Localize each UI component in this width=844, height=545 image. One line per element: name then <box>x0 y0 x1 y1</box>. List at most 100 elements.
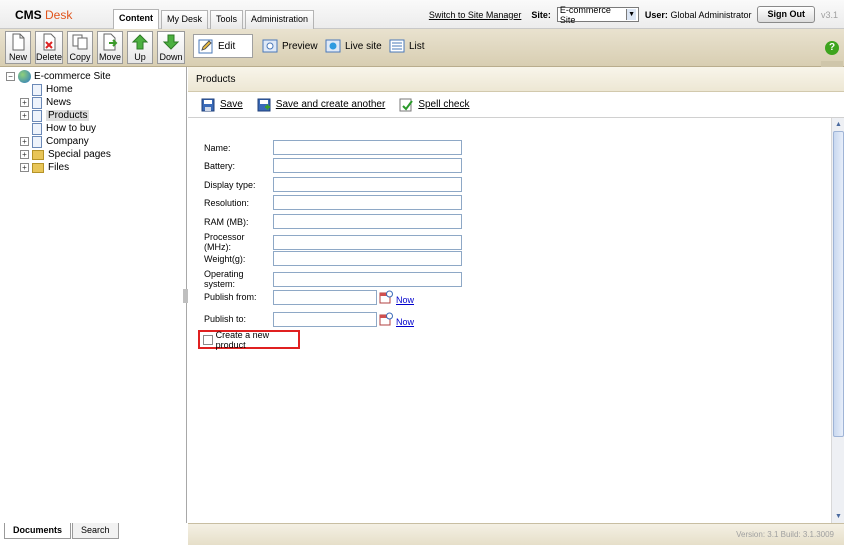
scroll-thumb[interactable] <box>833 131 844 437</box>
page-icon <box>32 135 42 148</box>
tab-documents[interactable]: Documents <box>4 523 72 539</box>
down-button[interactable]: Down <box>157 31 185 64</box>
field-row-display-type: Display type: <box>204 177 462 192</box>
save-and-create-another-button[interactable]: Save and create another <box>257 98 385 112</box>
battery-input[interactable] <box>273 158 462 173</box>
spell-check-icon <box>399 98 414 111</box>
calendar-icon[interactable] <box>379 290 393 304</box>
create-new-product-option: Create a new product <box>198 330 300 350</box>
preview-view-button[interactable]: Preview <box>258 34 322 58</box>
chevron-down-icon: ▼ <box>626 9 636 20</box>
field-row-publish-from: Publish from: Now <box>204 289 414 305</box>
scroll-up-icon[interactable]: ▲ <box>833 119 844 130</box>
field-row-resolution: Resolution: <box>204 195 462 210</box>
content-tree: − E-commerce Site Home + News + Products… <box>0 67 187 523</box>
expand-icon[interactable]: + <box>20 163 29 172</box>
name-input[interactable] <box>273 140 462 155</box>
expand-icon[interactable]: + <box>20 150 29 159</box>
collapse-icon[interactable]: − <box>6 72 15 81</box>
delete-icon <box>43 33 56 51</box>
expand-icon[interactable]: + <box>20 98 29 107</box>
spell-check-button[interactable]: Spell check <box>399 98 469 112</box>
move-icon <box>103 33 118 51</box>
list-icon <box>389 39 405 53</box>
edit-actions: Save Save and create another Spell check <box>188 92 844 118</box>
page-icon <box>32 96 42 109</box>
tree-item-how-to-buy[interactable]: How to buy <box>32 122 96 135</box>
help-icon[interactable]: ? <box>825 41 839 55</box>
move-button[interactable]: Move <box>97 31 123 64</box>
folder-icon <box>32 162 44 173</box>
field-row-publish-to: Publish to: Now <box>204 311 414 327</box>
arrow-up-icon <box>131 34 149 50</box>
field-row-name: Name: <box>204 140 462 155</box>
publish-from-input[interactable] <box>273 289 377 305</box>
bottom-tabs: Documents Search <box>4 523 120 539</box>
scroll-down-icon[interactable]: ▼ <box>833 511 844 522</box>
preview-icon <box>262 39 278 53</box>
up-button[interactable]: Up <box>127 31 153 64</box>
edit-view-button[interactable]: Edit <box>193 34 253 58</box>
save-icon <box>201 98 215 111</box>
tab-administration[interactable]: Administration <box>245 10 315 29</box>
create-new-product-checkbox[interactable] <box>203 334 213 345</box>
field-row-ram: RAM (MB): <box>204 214 462 229</box>
new-document-icon <box>12 33 25 51</box>
operating-system-input[interactable] <box>273 271 462 287</box>
tree-item-home[interactable]: Home <box>32 83 73 96</box>
page-title: Products <box>188 67 844 92</box>
tree-item-news[interactable]: + News <box>20 96 71 109</box>
site-select-value: E-commerce Site <box>559 4 611 25</box>
resolution-input[interactable] <box>273 195 462 210</box>
copy-button[interactable]: Copy <box>67 31 93 64</box>
header-right: Switch to Site Manager Site: E-commerce … <box>429 4 838 25</box>
processor-input[interactable] <box>273 234 462 250</box>
calendar-icon[interactable] <box>379 312 393 326</box>
copy-icon <box>72 34 88 50</box>
product-form: Name: Battery: Display type: Resolution:… <box>188 118 831 523</box>
list-view-button[interactable]: List <box>385 34 429 58</box>
publish-to-input[interactable] <box>273 311 377 327</box>
publish-to-now-link[interactable]: Now <box>396 317 414 327</box>
site-select[interactable]: E-commerce Site ▼ <box>556 4 639 25</box>
field-row-battery: Battery: <box>204 158 462 173</box>
user-info: User: Global Administrator <box>645 10 752 20</box>
folder-icon <box>32 149 44 160</box>
field-row-operating-system: Operating system: <box>204 269 462 289</box>
field-row-processor: Processor (MHz): <box>204 232 462 252</box>
live-site-icon <box>325 39 341 53</box>
switch-site-manager-link[interactable]: Switch to Site Manager <box>429 10 522 20</box>
live-site-view-button[interactable]: Live site <box>321 34 386 58</box>
expand-icon[interactable]: + <box>20 137 29 146</box>
tree-item-files[interactable]: + Files <box>20 161 69 174</box>
ram-input[interactable] <box>273 214 462 229</box>
sign-out-button[interactable]: Sign Out <box>757 6 815 23</box>
globe-icon <box>18 70 31 83</box>
tab-search[interactable]: Search <box>72 523 119 539</box>
display-type-input[interactable] <box>273 177 462 192</box>
toolbar: New Delete Copy Move Up Down Edit Previe… <box>0 29 844 67</box>
weight-input[interactable] <box>273 251 462 266</box>
tree-root[interactable]: − E-commerce Site <box>6 70 111 83</box>
save-button[interactable]: Save <box>201 98 243 112</box>
new-button[interactable]: New <box>5 31 31 64</box>
site-label: Site: <box>531 9 551 20</box>
save-new-icon <box>257 98 271 111</box>
expand-icon[interactable]: + <box>20 111 29 120</box>
create-new-product-label[interactable]: Create a new product <box>216 330 298 350</box>
tree-item-special-pages[interactable]: + Special pages <box>20 148 111 161</box>
delete-button[interactable]: Delete <box>35 31 63 64</box>
publish-from-now-link[interactable]: Now <box>396 295 414 305</box>
arrow-down-icon <box>162 34 180 50</box>
status-bar: Version: 3.1 Build: 3.1.3009 <box>188 523 844 545</box>
user-label: User: <box>644 9 668 20</box>
tab-tools[interactable]: Tools <box>210 10 244 29</box>
vertical-scrollbar[interactable]: ▲ ▼ <box>831 118 844 523</box>
tree-item-company[interactable]: + Company <box>20 135 89 148</box>
field-row-weight: Weight(g): <box>204 251 462 266</box>
tab-my-desk[interactable]: My Desk <box>161 10 209 29</box>
cms-desk-logo: CMS Desk <box>15 8 73 22</box>
tab-content[interactable]: Content <box>113 9 159 29</box>
user-name: Global Administrator <box>670 9 752 20</box>
tree-item-products[interactable]: + Products <box>20 109 90 122</box>
